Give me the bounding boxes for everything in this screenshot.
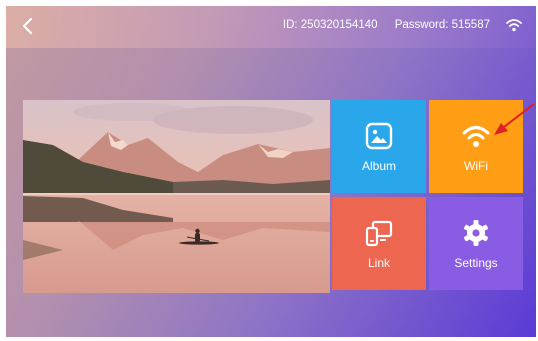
wifi-icon bbox=[506, 19, 522, 32]
link-devices-icon bbox=[365, 220, 393, 246]
wifi-icon bbox=[462, 125, 490, 147]
device-id: ID: 250320154140 bbox=[282, 19, 378, 31]
album-label: Album bbox=[361, 158, 396, 173]
settings-tile[interactable]: Settings bbox=[429, 197, 523, 290]
device-password: Password: 515587 bbox=[394, 19, 490, 31]
lake-mountain-photo bbox=[23, 100, 330, 293]
settings-label: Settings bbox=[454, 255, 498, 270]
link-label: Link bbox=[367, 255, 390, 270]
top-bar: ID: 250320154140 Password: 515587 bbox=[6, 6, 536, 48]
photo-preview[interactable] bbox=[23, 100, 330, 293]
chevron-left-icon bbox=[22, 17, 33, 35]
link-tile[interactable]: Link bbox=[332, 197, 426, 290]
app-screen: ID: 250320154140 Password: 515587 Album … bbox=[6, 6, 536, 337]
annotation-arrow-icon bbox=[494, 103, 535, 135]
gear-icon bbox=[464, 219, 488, 246]
wifi-label: WiFi bbox=[464, 158, 488, 173]
album-icon bbox=[365, 122, 393, 149]
device-info: ID: 250320154140 Password: 515587 bbox=[269, 19, 490, 31]
album-tile[interactable]: Album bbox=[332, 100, 426, 193]
back-button[interactable] bbox=[18, 16, 38, 36]
